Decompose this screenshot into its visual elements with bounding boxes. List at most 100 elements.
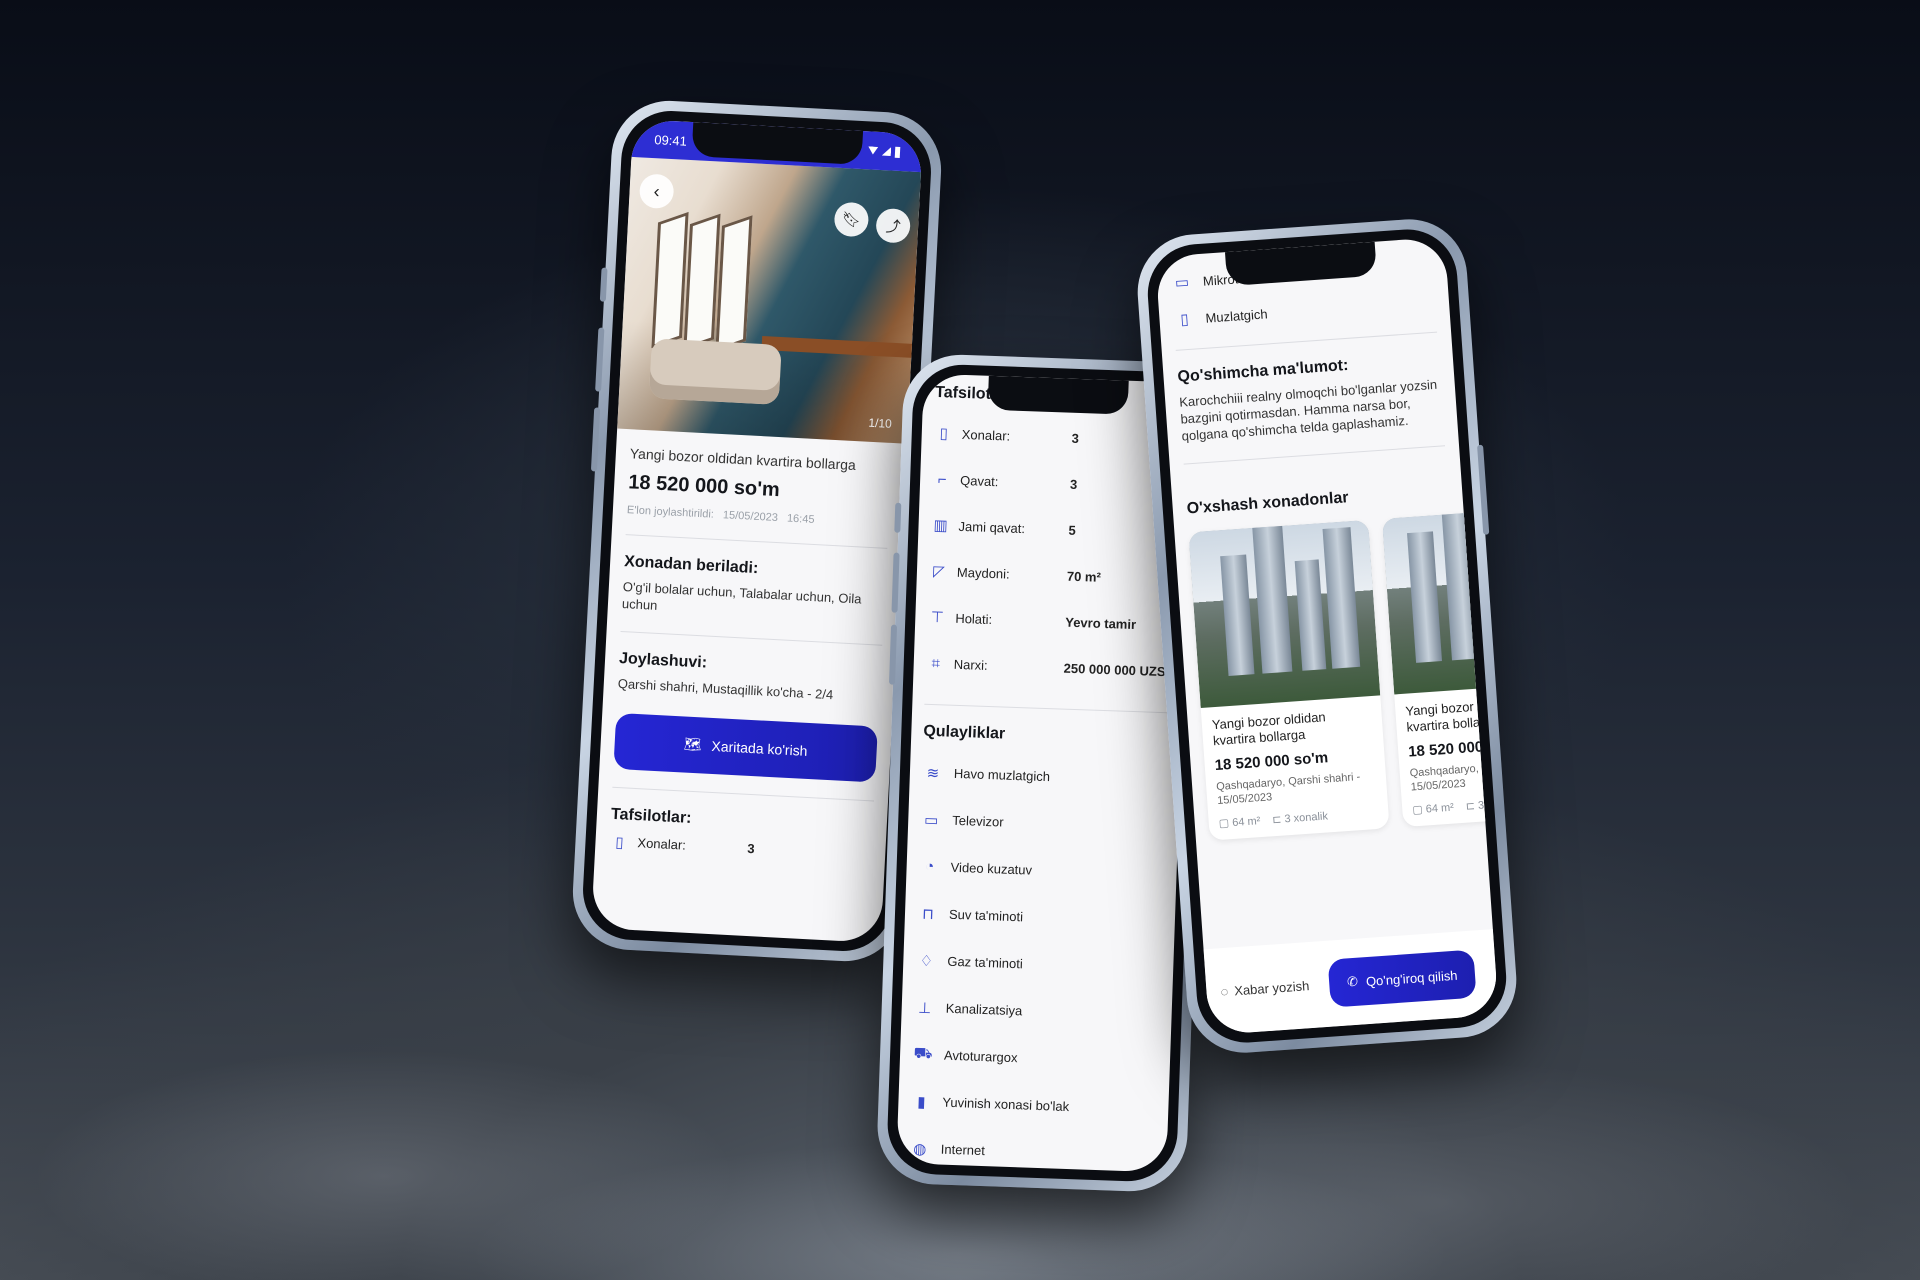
area-tag: ▢ 64 m² [1412,800,1454,816]
tower-shape [1220,554,1255,676]
tower-shape [1251,521,1293,674]
similar-card[interactable]: Yangi bozor oldidan kvartira bollarga 18… [1188,519,1390,841]
volume-up-button [891,552,900,613]
window-shape [683,213,721,350]
share-icon: ⤴ [885,217,902,236]
area-value: 64 m² [1425,801,1455,816]
card-title: Yangi bozor oldidan kvartira bollarga [1211,708,1327,749]
battery-icon [894,146,901,158]
amenity-label: Avtoturargox [943,1047,1018,1066]
amenity-item: ⛟ Avtoturargox [911,1031,1158,1087]
air-conditioner-icon: ≋ [926,764,940,782]
view-on-map-button[interactable]: 🗺︎ Xaritada ko'rish [613,712,878,783]
detail-label: Holati: [955,610,993,627]
tower-shape [1322,526,1361,669]
window-shape [651,211,689,349]
area-icon: ▢ [1218,817,1230,830]
power-button [1477,444,1490,535]
volume-up-button [595,327,605,392]
microwave-icon: ▭ [1174,273,1190,292]
screen: 09:41 ‹ 🔖︎ ⤴ 1/10 Yangi bozor oldidan kv… [591,118,923,944]
stairs-icon: ⌐ [937,470,947,488]
detail-label: Maydoni: [956,564,1010,582]
window-shape [715,215,753,352]
amenity-label: Gaz ta'minoti [947,953,1024,972]
parking-icon: ⛟ [913,1044,933,1063]
side-button [599,267,608,302]
phone-extra-similar: ▭ Mikroto'l ▯ Muzlatgich Qo'shimcha ma'lum… [1133,215,1521,1057]
details-content: Tafsilotlar: ▯ Xonalar: 3 ⌐ Qavat: 3 ▥ J… [908,384,1181,1173]
price-tag-icon: ⌗ [931,654,941,672]
amenity-item: ♢ Gaz ta'minoti [915,937,1162,993]
notch [987,375,1129,415]
location-title: Joylashuvi: [618,649,708,672]
bed-icon: ⊏ [1465,799,1476,813]
detail-value: Yevro tamir [1065,614,1137,632]
details-list: ▯ Xonalar: 3 ⌐ Qavat: 3 ▥ Jami qavat: 5 … [925,410,1180,694]
detail-value: 70 m² [1066,568,1102,585]
sofa-shape [648,338,782,405]
similar-cards: Yangi bozor oldidan kvartira bollarga 18… [1188,505,1499,841]
call-label: Qo'ng'iroq qilish [1365,967,1458,989]
photo-counter: 1/10 [868,415,893,431]
send-message-button[interactable]: ◌ Xabar yozish [1220,978,1310,999]
amenity-label: Video kuzatuv [950,859,1033,878]
amenities-list: ≋ Havo muzlatgich ▭ Televizor ◔ Video kuzat… [908,749,1169,1173]
screen: ▭ Mikroto'l ▯ Muzlatgich Qo'shimcha ma'lum… [1155,236,1499,1036]
listing-photo[interactable]: ‹ 🔖︎ ⤴ 1/10 [617,156,922,444]
similar-title: O'xshash xonadonlar [1186,488,1350,518]
call-button[interactable]: ✆ Qo'ng'iroq qilish [1327,949,1478,1008]
amenity-label: Havo muzlatgich [953,765,1051,785]
building-icon: ▥ [933,516,948,535]
area-tag: ▢ 64 m² [1218,814,1260,830]
bookmark-icon: 🔖︎ [841,211,862,230]
door-icon: ▯ [939,425,949,443]
area-icon: ▢ [1411,803,1424,817]
amenity-label: Yuvinish xonasi bo'lak [942,1094,1070,1115]
detail-value: 3 [1069,476,1078,492]
amenity-item: ≋ Havo muzlatgich [921,749,1168,805]
amenity-label: Muzlatgich [1204,305,1269,326]
amenity-item: ⊥ Kanalizatsiya [913,984,1160,1040]
share-button[interactable]: ⤴ [875,207,912,244]
extra-info-text: Karochchiii realny olmoqchi bo'lganlar y… [1178,376,1438,444]
globe-icon: ◍ [912,1140,927,1158]
listing-content: Yangi bozor oldidan kvartira bollarga 18… [609,437,892,865]
chat-icon: ◌ [1220,983,1229,999]
detail-label: Jami qavat: [958,518,1026,536]
screen: Tafsilotlar: ▯ Xonalar: 3 ⌐ Qavat: 3 ▥ J… [896,373,1194,1173]
signal-icon [882,147,891,156]
map-icon: 🗺︎ [683,735,703,753]
tower-shape [1294,559,1327,671]
posted-meta: E'lon joylashtirildi: 15/05/2023 16:45 [627,504,889,530]
amenity-label: Internet [940,1141,986,1159]
gas-flame-icon: ♢ [919,952,934,970]
cctv-icon: ◔ [924,857,935,876]
side-button [894,502,902,533]
divider [1183,444,1446,465]
card-location: Qashqadaryo, Qarshi shahri - 15/05/2023 [1215,771,1361,808]
location-text: Qarshi shahri, Mustaqillik ko'cha - 2/4 [617,675,834,702]
extra-content: ▭ Mikroto'l ▯ Muzlatgich Qo'shimcha ma'lum… [1170,247,1499,841]
detail-label: Xonalar: [961,426,1011,444]
posted-label: E'lon joylashtirildi: [626,504,715,521]
back-button[interactable]: ‹ [638,173,675,210]
amenity-item: ▭ Televizor [919,796,1166,852]
tv-icon: ▭ [923,811,939,829]
detail-label: Qavat: [959,472,999,489]
divider [924,703,1171,714]
bookmark-button[interactable]: 🔖︎ [833,201,870,238]
bed-icon: ⊏ [1271,813,1282,827]
shelf-shape [761,336,922,359]
detail-value: 250 000 000 UZS [1063,660,1166,679]
rooms-tag: ⊏ 3 xonalik [1272,809,1328,826]
status-time: 09:41 [653,131,688,149]
detail-value: 3 [1071,430,1080,446]
given-to-text: O'g'il bolalar uchun, Talabalar uchun, O… [621,579,862,613]
detail-value: 5 [1068,522,1076,538]
volume-down-button [590,407,601,472]
amenity-item: ⊓ Suv ta'minoti [916,890,1163,946]
tower-shape [1406,531,1443,663]
posted-time: 16:45 [786,512,815,526]
listing-title: Yangi bozor oldidan kvartira bollarga [629,445,857,474]
